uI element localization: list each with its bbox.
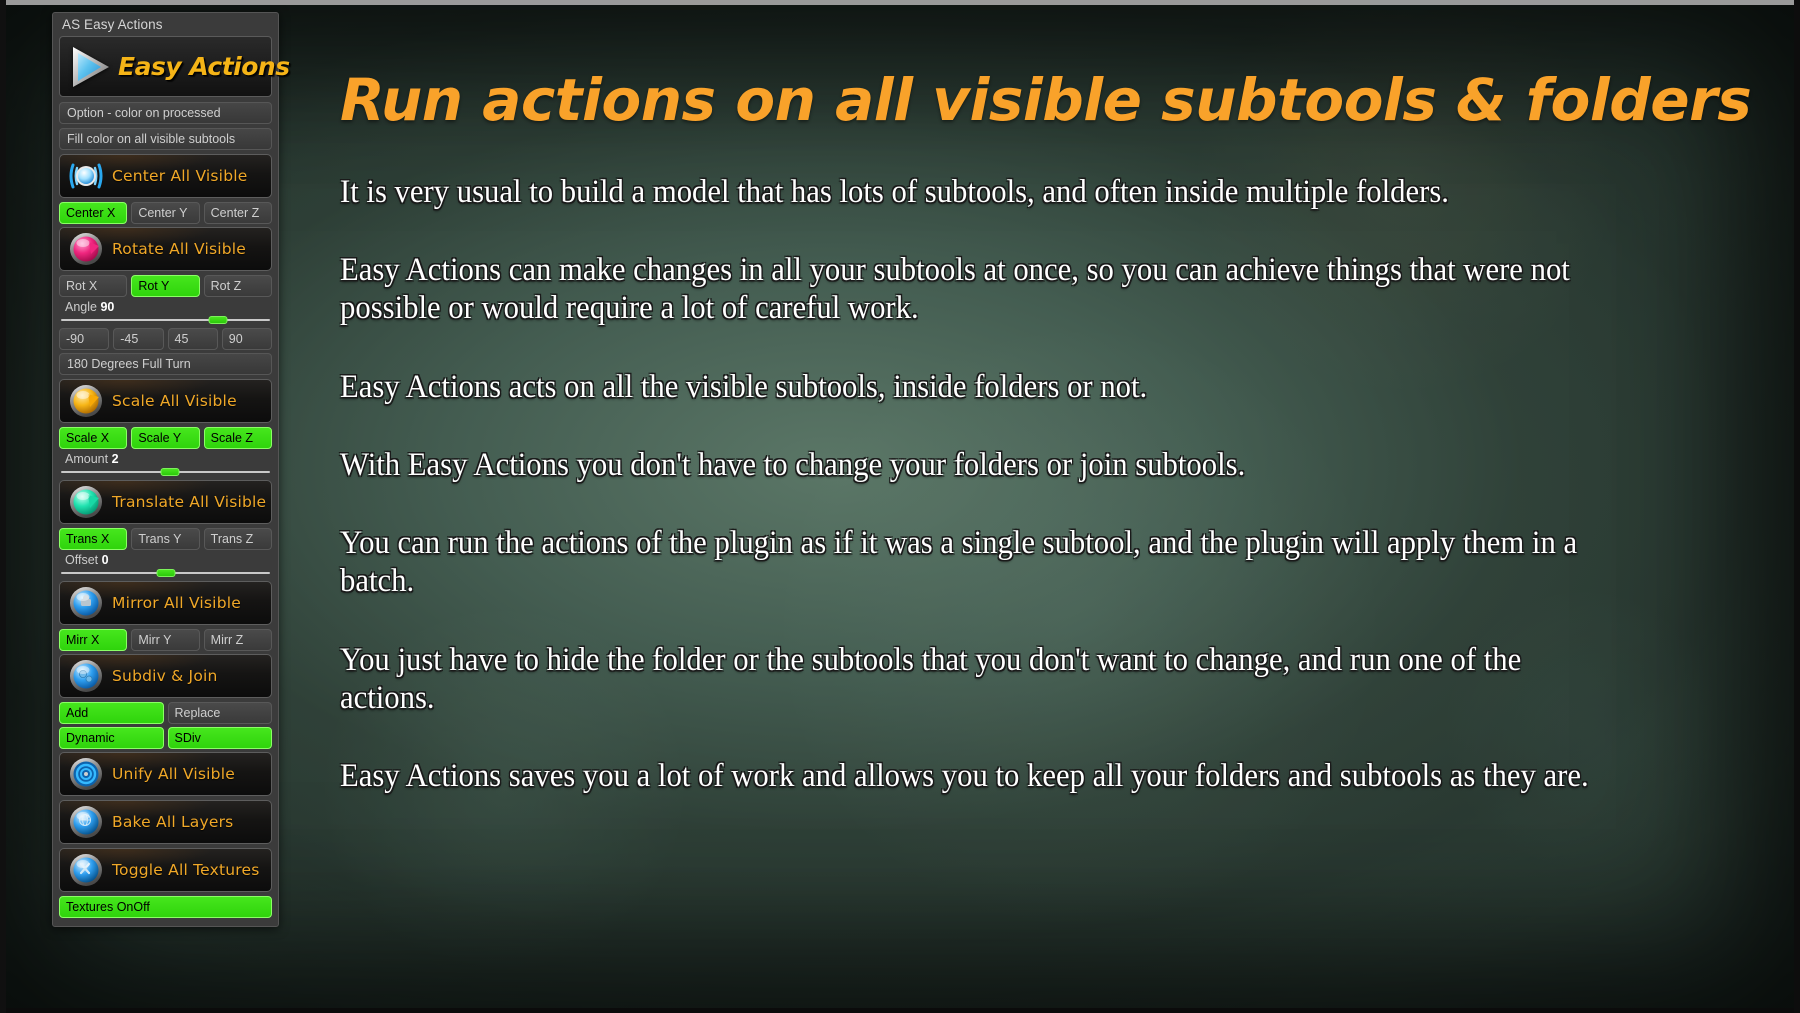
paragraph: You just have to hide the folder or the … bbox=[340, 641, 1522, 717]
plugin-logo-header: Easy Actions bbox=[59, 36, 290, 97]
scale-all-visible-toggle-scale-y[interactable]: Scale Y bbox=[131, 427, 200, 449]
action-label: Mirror All Visible bbox=[112, 594, 241, 612]
action-label: Translate All Visible bbox=[112, 493, 267, 511]
app-root: AS Easy Actions Easy Actions Option - co… bbox=[0, 0, 1800, 1013]
toggle-all-textures-footer-toggle-row: Textures OnOff bbox=[59, 896, 272, 918]
mirror-all-visible-toggle-mirr-x[interactable]: Mirr X bbox=[59, 629, 128, 651]
rotate-all-visible-full-turn-button[interactable]: 180 Degrees Full Turn bbox=[59, 353, 272, 375]
rotate-sphere-icon bbox=[70, 233, 102, 265]
action-rotate-all-visible[interactable]: Rotate All Visible bbox=[59, 227, 272, 271]
bottom-border bbox=[0, 1008, 1800, 1013]
action-label: Scale All Visible bbox=[112, 392, 237, 410]
mirror-all-visible-toggle-mirr-z[interactable]: Mirr Z bbox=[203, 629, 272, 651]
translate-all-visible-toggle-trans-y[interactable]: Trans Y bbox=[131, 528, 200, 550]
top-border bbox=[0, 0, 1800, 5]
slider-knob[interactable] bbox=[208, 316, 228, 324]
action-label: Unify All Visible bbox=[112, 765, 235, 783]
paragraph: It is very usual to build a model that h… bbox=[340, 173, 1449, 210]
action-label: Toggle All Textures bbox=[112, 861, 260, 879]
rotate-all-visible-axis-toggles: Rot X Rot Y Rot Z bbox=[59, 275, 272, 297]
page-title: Run actions on all visible subtools & fo… bbox=[340, 66, 1752, 134]
scale-all-visible-slider-wrap: Amount 2 bbox=[59, 452, 272, 476]
texture-sphere-icon bbox=[70, 854, 102, 886]
center-all-visible-toggle-center-x[interactable]: Center X bbox=[59, 202, 128, 224]
action-center-all-visible[interactable]: Center All Visible bbox=[59, 154, 272, 198]
action-label: Rotate All Visible bbox=[112, 240, 247, 258]
bake-sphere-icon bbox=[70, 806, 102, 838]
rotate-all-visible-preset-90[interactable]: 90 bbox=[221, 328, 272, 350]
translate-all-visible-slider-wrap: Offset 0 bbox=[59, 553, 272, 577]
mirror-sphere-icon bbox=[70, 587, 102, 619]
subdiv-join-toggle-add[interactable]: Add bbox=[59, 702, 164, 724]
action-toggle-all-textures[interactable]: Toggle All Textures bbox=[59, 848, 272, 892]
rotate-all-visible-preset-neg45[interactable]: -45 bbox=[113, 328, 164, 350]
rotate-all-visible-preset-45[interactable]: 45 bbox=[167, 328, 218, 350]
translate-all-visible-slider[interactable] bbox=[61, 568, 270, 577]
plugin-logo-text: Easy Actions bbox=[118, 52, 290, 81]
subdiv-join-toggle-dynamic[interactable]: Dynamic bbox=[59, 727, 164, 749]
action-groups: Center All Visible Center X Center Y Cente… bbox=[59, 154, 272, 918]
panel-body: Easy Actions Option - color on processed… bbox=[53, 36, 290, 918]
subdiv-join-toggle-replace[interactable]: Replace bbox=[167, 702, 272, 724]
toggle-all-textures-toggle-textures-onoff[interactable]: Textures OnOff bbox=[59, 896, 272, 918]
center-all-visible-toggle-center-y[interactable]: Center Y bbox=[131, 202, 200, 224]
scale-all-visible-slider-label: Amount 2 bbox=[65, 452, 119, 466]
slider-knob[interactable] bbox=[156, 569, 175, 577]
paragraph: Easy Actions acts on all the visible sub… bbox=[340, 368, 1148, 405]
scale-all-visible-toggle-scale-x[interactable]: Scale X bbox=[59, 427, 128, 449]
paragraph: Easy Actions can make changes in all you… bbox=[340, 252, 1570, 327]
paragraph: Easy Actions saves you a lot of work and… bbox=[340, 758, 1589, 795]
main-content: Run actions on all visible subtools & fo… bbox=[340, 66, 1752, 796]
play-triangle-icon bbox=[73, 46, 109, 87]
slider-knob[interactable] bbox=[160, 468, 180, 476]
rotate-all-visible-toggle-rot-z[interactable]: Rot Z bbox=[203, 275, 272, 297]
mirror-all-visible-axis-toggles: Mirr X Mirr Y Mirr Z bbox=[59, 629, 272, 651]
rotate-all-visible-angle-presets: -90 -45 45 90 bbox=[59, 328, 272, 350]
paragraph: You can run the actions of the plugin as… bbox=[340, 525, 1578, 600]
translate-all-visible-slider-label: Offset 0 bbox=[65, 553, 109, 567]
scale-sphere-icon bbox=[70, 385, 102, 417]
center-all-visible-toggle-center-z[interactable]: Center Z bbox=[203, 202, 272, 224]
action-bake-all-layers[interactable]: Bake All Layers bbox=[59, 800, 272, 844]
translate-all-visible-toggle-trans-z[interactable]: Trans Z bbox=[203, 528, 272, 550]
rotate-all-visible-slider-wrap: Angle 90 bbox=[59, 300, 272, 324]
paragraph: With Easy Actions you don't have to chan… bbox=[340, 446, 1246, 483]
panel-title: AS Easy Actions bbox=[62, 17, 163, 32]
right-border bbox=[1794, 0, 1800, 1013]
action-subdiv-join[interactable]: Subdiv & Join bbox=[59, 654, 272, 698]
action-label: Bake All Layers bbox=[112, 813, 234, 831]
translate-all-visible-axis-toggles: Trans X Trans Y Trans Z bbox=[59, 528, 272, 550]
rotate-all-visible-slider[interactable] bbox=[61, 315, 270, 324]
translate-sphere-icon bbox=[70, 486, 102, 518]
action-scale-all-visible[interactable]: Scale All Visible bbox=[59, 379, 272, 423]
gear-sphere-icon bbox=[70, 660, 102, 692]
left-border bbox=[0, 0, 6, 1013]
scale-all-visible-toggle-scale-z[interactable]: Scale Z bbox=[203, 427, 272, 449]
center-target-icon bbox=[69, 163, 103, 189]
action-label: Center All Visible bbox=[112, 167, 248, 185]
action-unify-all-visible[interactable]: Unify All Visible bbox=[59, 752, 272, 796]
subdiv-join-option-row-0: Add Replace bbox=[59, 702, 272, 724]
fill-color-button[interactable]: Fill color on all visible subtools bbox=[59, 128, 272, 150]
mirror-all-visible-toggle-mirr-y[interactable]: Mirr Y bbox=[131, 629, 200, 651]
option-color-label: Option - color on processed bbox=[59, 102, 272, 124]
rotate-all-visible-toggle-rot-x[interactable]: Rot X bbox=[59, 275, 128, 297]
easy-actions-panel: AS Easy Actions Easy Actions Option - co… bbox=[52, 12, 290, 927]
center-all-visible-axis-toggles: Center X Center Y Center Z bbox=[59, 202, 272, 224]
action-mirror-all-visible[interactable]: Mirror All Visible bbox=[59, 581, 272, 625]
action-translate-all-visible[interactable]: Translate All Visible bbox=[59, 480, 272, 524]
unify-sphere-icon bbox=[70, 758, 102, 790]
rotate-all-visible-toggle-rot-y[interactable]: Rot Y bbox=[131, 275, 200, 297]
rotate-all-visible-slider-label: Angle 90 bbox=[65, 300, 115, 314]
translate-all-visible-toggle-trans-x[interactable]: Trans X bbox=[59, 528, 128, 550]
slider-track-line bbox=[61, 319, 270, 321]
scale-all-visible-axis-toggles: Scale X Scale Y Scale Z bbox=[59, 427, 272, 449]
subdiv-join-option-row-1: Dynamic SDiv bbox=[59, 727, 272, 749]
rotate-all-visible-preset-neg90[interactable]: -90 bbox=[59, 328, 110, 350]
action-label: Subdiv & Join bbox=[112, 667, 218, 685]
description-paragraphs: It is very usual to build a model that h… bbox=[340, 173, 1740, 796]
scale-all-visible-slider[interactable] bbox=[61, 467, 270, 476]
subdiv-join-toggle-sdiv[interactable]: SDiv bbox=[167, 727, 272, 749]
